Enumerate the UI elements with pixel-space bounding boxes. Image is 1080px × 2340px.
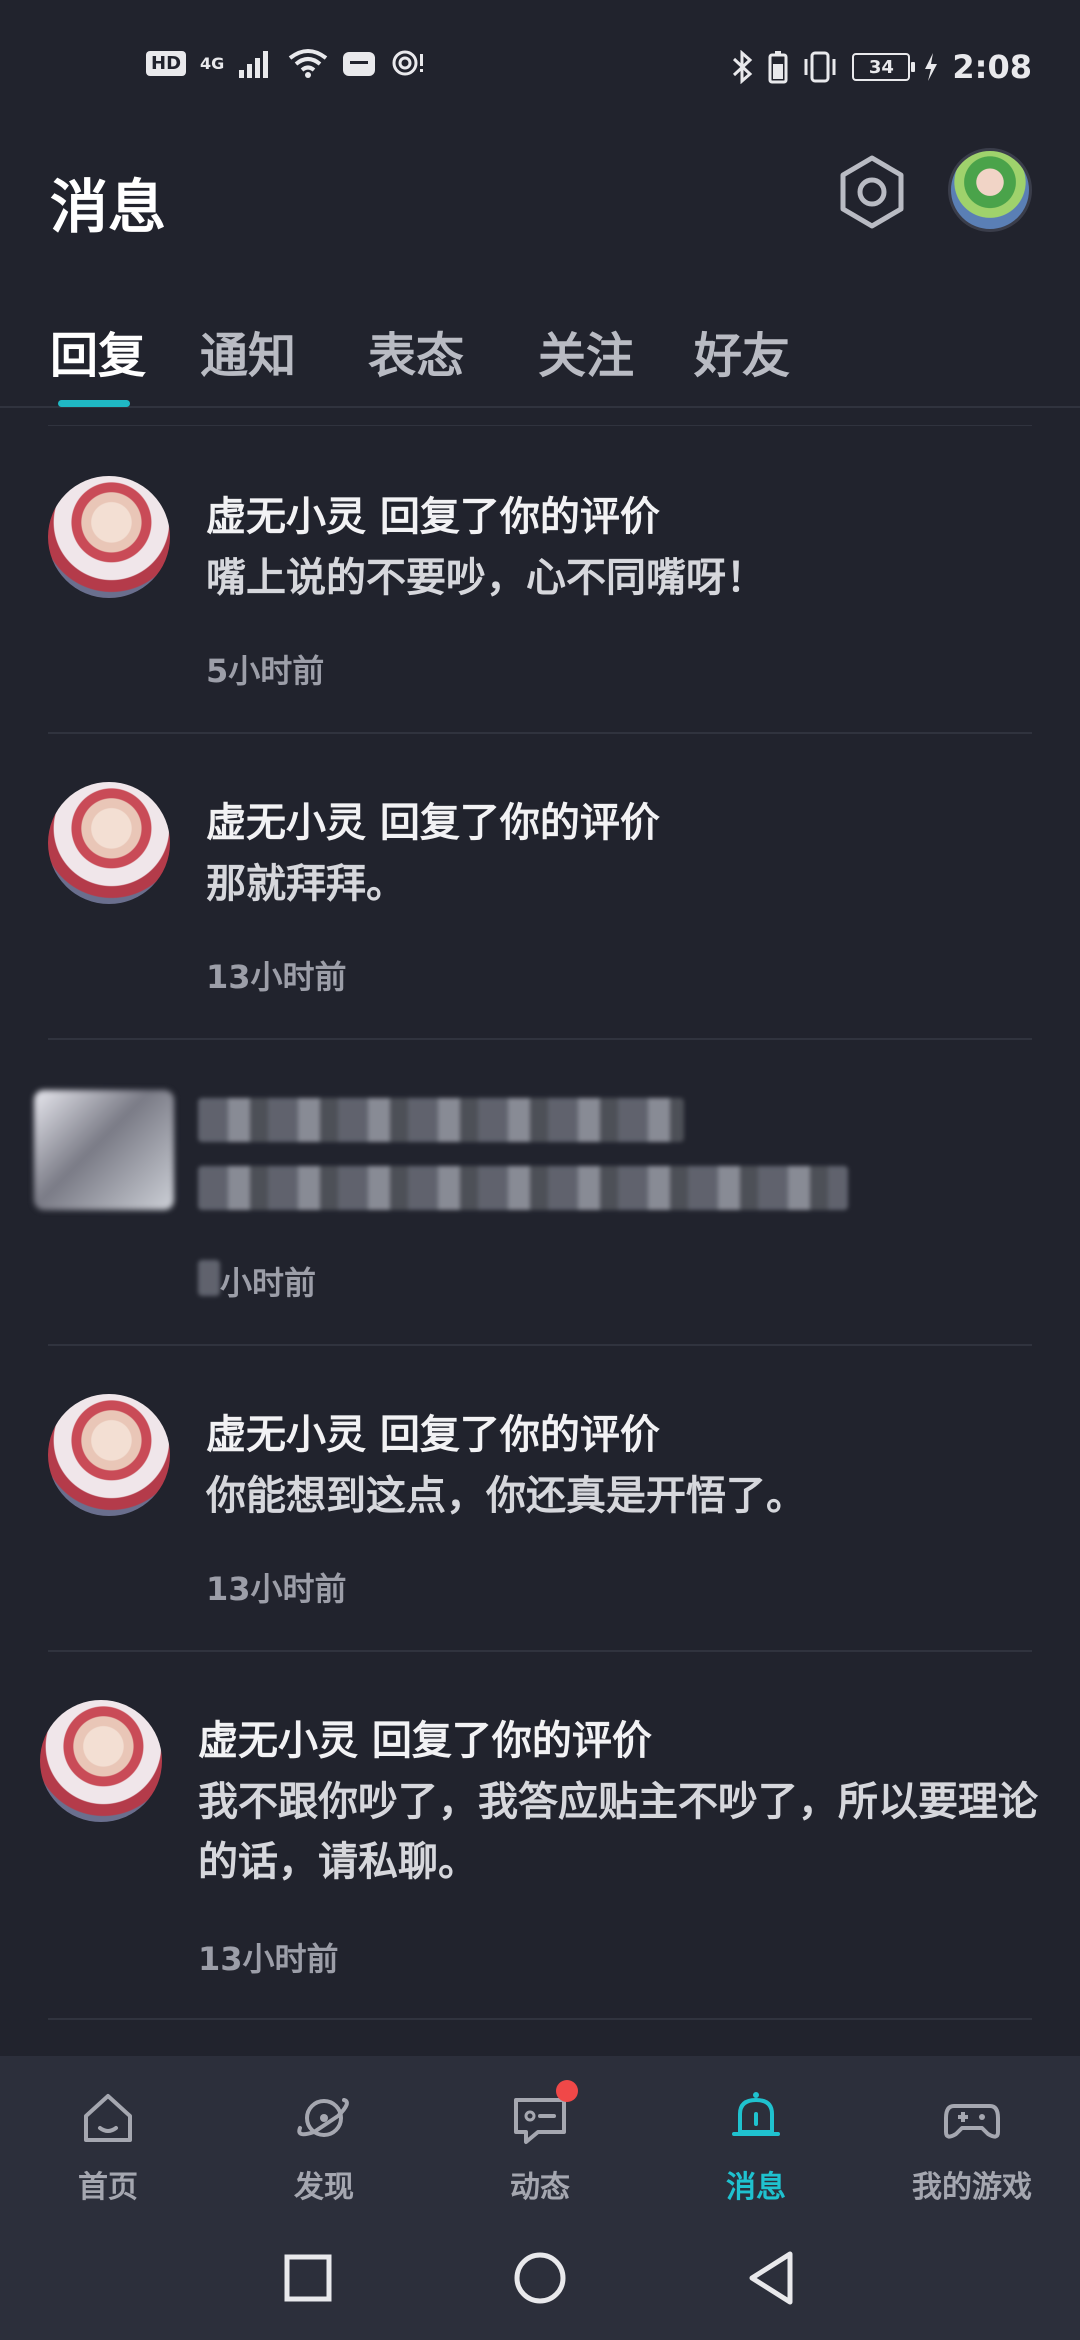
page-title: 消息 [50,173,167,241]
notification-badge [556,2080,578,2102]
divider [48,732,1032,734]
nav-label: 我的游戏 [912,2170,1032,2205]
nav-label: 发现 [294,2170,354,2205]
vibrate-icon [804,51,836,83]
network-type: 4G [200,53,225,73]
bottom-nav: 首页 发现 动态 消息 我的游戏 [0,2056,1080,2218]
divider [48,1038,1032,1040]
gamepad-icon [944,2104,1000,2139]
bell-icon [732,2092,780,2136]
message-time: 13小时前 [206,958,347,996]
message-time: 13小时前 [206,1570,347,1608]
nav-label: 动态 [510,2170,570,2205]
tab-reactions[interactable]: 表态 [368,316,464,386]
nav-label: 消息 [726,2170,786,2205]
message-body: 那就拜拜。 [206,861,406,907]
blurred-body [198,1166,848,1210]
hd-icon: HD [146,50,187,76]
message-title: 虚无小灵 回复了你的评价 [206,494,660,540]
avatar[interactable] [48,1394,170,1516]
nav-label: 首页 [78,2170,138,2205]
message-title: 虚无小灵 回复了你的评价 [198,1718,652,1764]
settings-icon[interactable] [832,152,912,232]
avatar[interactable] [48,476,170,598]
signal-icon [239,51,269,78]
nav-messages[interactable]: 消息 [648,2056,864,2218]
clock: 2:08 [952,48,1032,86]
bluetooth-icon [733,50,753,84]
message-time: 小时前 [220,1264,317,1302]
message-body: 你能想到这点，你还真是开悟了。 [206,1473,806,1519]
tab-bar: 回复 通知 表态 关注 好友 [0,300,1080,408]
tab-indicator [58,400,130,407]
wifi-icon [289,49,328,78]
divider [48,425,1032,426]
blurred-avatar[interactable] [34,1090,174,1210]
divider [48,1344,1032,1346]
nav-home[interactable]: 首页 [0,2056,216,2218]
home-button-icon[interactable] [510,2248,570,2308]
user-avatar[interactable] [948,148,1032,232]
message-title: 虚无小灵 回复了你的评价 [206,800,660,846]
message-time: 13小时前 [198,1940,339,1978]
message-body: 嘴上说的不要吵，心不同嘴呀！ [206,555,766,601]
recent-apps-icon[interactable] [278,2248,338,2308]
message-body: 我不跟你吵了，我答应贴主不吵了，所以要理论的话，请私聊。 [198,1779,1038,1885]
tab-friends[interactable]: 好友 [694,316,790,386]
system-nav-bar [0,2218,1080,2340]
nav-discover[interactable]: 发现 [216,2056,432,2218]
header: 消息 [0,140,1080,270]
tab-replies[interactable]: 回复 [50,316,146,386]
divider [48,1650,1032,1652]
avatar[interactable] [40,1700,162,1822]
charging-icon [925,53,938,81]
status-left: HD 4G [146,48,428,78]
hotspot-icon [392,50,424,76]
status-right: 34 2:08 [730,48,1032,86]
blurred-title [198,1098,684,1142]
huawei-app-icon [343,52,376,76]
tab-following[interactable]: 关注 [538,316,634,386]
tab-notifications[interactable]: 通知 [200,316,296,386]
battery-saver-icon [768,51,788,84]
back-icon[interactable] [742,2248,802,2308]
nav-my-games[interactable]: 我的游戏 [864,2056,1080,2218]
status-bar: HD 4G 34 2:08 [0,0,1080,130]
planet-icon [297,2098,349,2137]
avatar[interactable] [48,782,170,904]
nav-feed[interactable]: 动态 [432,2056,648,2218]
blurred-time-prefix [198,1260,220,1296]
battery-indicator: 34 [852,53,916,81]
message-time: 5小时前 [206,652,325,690]
message-title: 虚无小灵 回复了你的评价 [206,1412,660,1458]
battery-level: 34 [868,56,894,78]
home-icon [84,2094,132,2142]
divider [48,2018,1032,2020]
